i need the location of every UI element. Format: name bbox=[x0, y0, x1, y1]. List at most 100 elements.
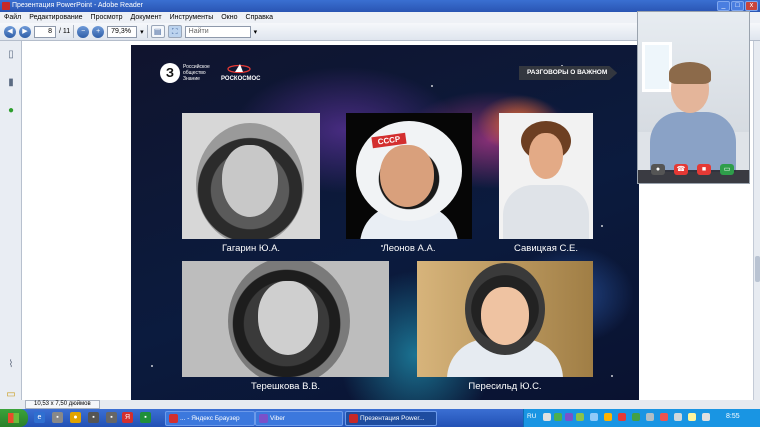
toolbar-separator bbox=[146, 25, 148, 38]
webcam-window bbox=[642, 42, 672, 92]
task-label: Viber bbox=[270, 415, 286, 422]
fit-page-icon[interactable]: ▤ bbox=[150, 25, 165, 38]
search-dropdown-icon[interactable]: ▾ bbox=[254, 28, 258, 36]
tray-icon[interactable] bbox=[604, 413, 612, 421]
caption-gagarin: Гагарин Ю.А. bbox=[221, 243, 281, 254]
adobe-reader-icon bbox=[349, 414, 358, 423]
window-title: Презентация PowerPoint - Adobe Reader bbox=[12, 2, 144, 9]
viber-icon bbox=[259, 414, 268, 423]
roscosmos-logo-icon bbox=[227, 64, 251, 74]
tray-icon[interactable] bbox=[702, 413, 710, 421]
znanie-logo-text: Российское общество Знание bbox=[183, 64, 210, 82]
webcam-person-shirt bbox=[650, 112, 736, 172]
hang-up-icon[interactable]: ☎ bbox=[674, 164, 688, 175]
portrait-leonov: СССР bbox=[346, 113, 472, 239]
page-count: / 11 bbox=[59, 28, 71, 35]
portrait-savitskaya bbox=[499, 113, 593, 239]
znanie-logo: З bbox=[160, 63, 180, 83]
pages-icon[interactable]: ▯ bbox=[5, 49, 17, 61]
menu-document[interactable]: Документ bbox=[131, 12, 162, 23]
menu-file[interactable]: Файл bbox=[4, 12, 21, 23]
quicklaunch-chrome-icon[interactable]: ● bbox=[70, 412, 81, 423]
portrait-gagarin bbox=[182, 113, 320, 239]
portrait-tereshkova bbox=[182, 261, 389, 377]
face bbox=[258, 281, 318, 355]
zoom-dropdown-icon[interactable]: ▾ bbox=[140, 28, 144, 36]
tray-icon[interactable] bbox=[618, 413, 626, 421]
face bbox=[380, 145, 434, 207]
video-call-overlay bbox=[637, 11, 750, 184]
tray-volume-icon[interactable] bbox=[674, 413, 682, 421]
previous-page-icon[interactable]: ◀ bbox=[4, 25, 16, 38]
razgovory-badge: РАЗГОВОРЫ О ВАЖНОМ bbox=[519, 66, 618, 80]
taskbar-clock[interactable]: 8:55 bbox=[726, 413, 740, 420]
tray-viber-icon[interactable] bbox=[565, 413, 573, 421]
tray-bluetooth-icon[interactable] bbox=[590, 413, 598, 421]
caption-leonov: Леонов А.А. bbox=[382, 243, 436, 254]
paperclip-icon[interactable]: ⌇ bbox=[5, 359, 17, 371]
caption-tereshkova: Терешкова В.В. bbox=[250, 381, 321, 392]
microphone-icon[interactable]: ● bbox=[651, 164, 665, 175]
caption-peresild: Пересильд Ю.С. bbox=[468, 381, 542, 392]
quicklaunch-app-icon[interactable]: ▪ bbox=[88, 412, 99, 423]
menu-view[interactable]: Просмотр bbox=[91, 12, 123, 23]
tray-icon[interactable] bbox=[576, 413, 584, 421]
task-yandex-browser[interactable]: ... - Яндекс Браузер bbox=[165, 411, 255, 426]
scrollbar-thumb[interactable] bbox=[755, 256, 760, 282]
task-label: ... - Яндекс Браузер bbox=[180, 415, 240, 422]
next-page-icon[interactable]: ▶ bbox=[19, 25, 31, 38]
star bbox=[601, 225, 603, 227]
adobe-reader-icon bbox=[2, 2, 10, 10]
caption-savitskaya: Савицкая С.Е. bbox=[514, 243, 578, 254]
maximize-button[interactable]: □ bbox=[731, 1, 744, 11]
full-screen-icon[interactable]: ⛶ bbox=[167, 25, 182, 38]
search-input[interactable]: Найти bbox=[184, 25, 251, 38]
screen-share-icon[interactable]: ▭ bbox=[720, 164, 734, 175]
menu-edit[interactable]: Редактирование bbox=[29, 12, 82, 23]
quicklaunch-app-icon[interactable]: ▪ bbox=[52, 412, 63, 423]
task-adobe-reader[interactable]: Презентация Power... bbox=[345, 411, 437, 426]
task-viber[interactable]: Viber bbox=[255, 411, 343, 426]
vertical-scrollbar[interactable] bbox=[753, 41, 760, 408]
tray-icon[interactable] bbox=[688, 413, 696, 421]
face bbox=[222, 145, 278, 217]
menu-window[interactable]: Окно bbox=[221, 12, 237, 23]
spacesuit bbox=[503, 185, 589, 239]
toolbar-separator bbox=[73, 25, 75, 38]
yandex-browser-icon bbox=[169, 414, 178, 423]
tray-network-icon[interactable] bbox=[646, 413, 654, 421]
star bbox=[431, 85, 433, 87]
quicklaunch-app-icon[interactable]: ▪ bbox=[140, 412, 151, 423]
face bbox=[529, 133, 563, 179]
webcam-person-hair bbox=[669, 62, 711, 84]
windows-logo-icon bbox=[8, 413, 19, 423]
page-size-label: 10,53 x 7,50 дюймов bbox=[25, 400, 100, 409]
tray-icon[interactable] bbox=[543, 413, 551, 421]
face bbox=[481, 287, 529, 345]
minimize-button[interactable]: _ bbox=[717, 1, 730, 11]
help-icon[interactable]: ● bbox=[5, 105, 17, 117]
tray-icon[interactable] bbox=[632, 413, 640, 421]
tray-icon[interactable] bbox=[554, 413, 562, 421]
zoom-in-icon[interactable]: + bbox=[92, 25, 105, 38]
close-button[interactable]: x bbox=[745, 1, 758, 11]
task-label: Презентация Power... bbox=[360, 415, 425, 422]
menu-help[interactable]: Справка bbox=[246, 12, 273, 23]
page-number-input[interactable]: 8 bbox=[34, 25, 56, 38]
quicklaunch-explorer-icon[interactable]: e bbox=[34, 412, 45, 423]
star bbox=[151, 365, 153, 367]
zoom-out-icon[interactable]: − bbox=[77, 25, 90, 38]
attachments-icon[interactable]: ▮ bbox=[5, 77, 17, 89]
star bbox=[611, 375, 613, 377]
language-indicator[interactable]: RU bbox=[527, 413, 536, 420]
portrait-peresild bbox=[417, 261, 593, 377]
roscosmos-logo-text: РОСКОСМОС bbox=[221, 76, 261, 82]
camera-icon[interactable]: ■ bbox=[697, 164, 711, 175]
navigation-panel: ▯ ▮ ● ⌇ ▭ bbox=[0, 41, 22, 408]
menu-tools[interactable]: Инструменты bbox=[170, 12, 214, 23]
quicklaunch-yandex-icon[interactable]: Я bbox=[122, 412, 133, 423]
zoom-level-input[interactable]: 79,3% bbox=[107, 25, 138, 38]
status-bar bbox=[0, 400, 760, 409]
quicklaunch-app-icon[interactable]: ▪ bbox=[106, 412, 117, 423]
tray-icon[interactable] bbox=[660, 413, 668, 421]
